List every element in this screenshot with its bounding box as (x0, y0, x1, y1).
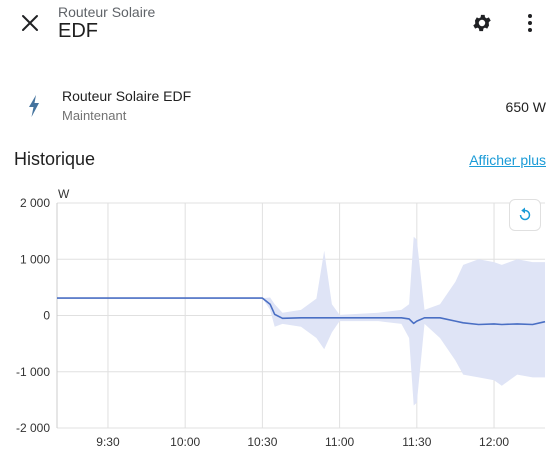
more-vertical-icon (528, 14, 532, 32)
y-tick-label: 2 000 (20, 196, 50, 210)
gear-icon (473, 14, 491, 32)
entity-state-value: 650 W (505, 99, 546, 115)
dialog-header: Routeur Solaire EDF (0, 0, 559, 60)
close-icon (22, 15, 38, 31)
history-chart[interactable]: 2 000 1 000 0 -1 000 -2 000 9:30 10:00 10:30 11:… (0, 180, 559, 464)
min-max-band (57, 236, 545, 406)
y-axis-unit-label: W (58, 187, 70, 201)
x-tick-label: 9:30 (96, 435, 120, 449)
entity-name: Routeur Solaire EDF (62, 88, 192, 104)
dialog-subtitle: Routeur Solaire (58, 4, 156, 20)
history-chart-svg: 2 000 1 000 0 -1 000 -2 000 9:30 10:00 10:30 11:… (16, 187, 546, 449)
entity-row[interactable]: Routeur Solaire EDF Maintenant 650 W (0, 82, 559, 132)
y-tick-label: -2 000 (16, 421, 50, 435)
x-tick-label: 12:00 (479, 435, 509, 449)
more-options-button[interactable] (515, 8, 545, 38)
y-tick-label: 1 000 (20, 252, 50, 266)
close-button[interactable] (15, 8, 45, 38)
entity-last-changed: Maintenant (62, 108, 127, 123)
y-tick-label: 0 (43, 309, 50, 323)
history-title: Historique (14, 149, 96, 169)
y-tick-label: -1 000 (16, 365, 50, 379)
reset-zoom-button[interactable] (509, 199, 541, 231)
dialog-title: EDF (58, 20, 98, 42)
x-tick-label: 11:30 (402, 435, 431, 449)
x-tick-label: 10:30 (247, 435, 277, 449)
flash-icon (29, 95, 39, 117)
reset-zoom-icon (519, 207, 531, 221)
settings-button[interactable] (467, 8, 497, 38)
x-tick-label: 10:00 (170, 435, 200, 449)
show-more-link[interactable]: Afficher plus (469, 152, 546, 168)
x-tick-label: 11:00 (325, 435, 354, 449)
